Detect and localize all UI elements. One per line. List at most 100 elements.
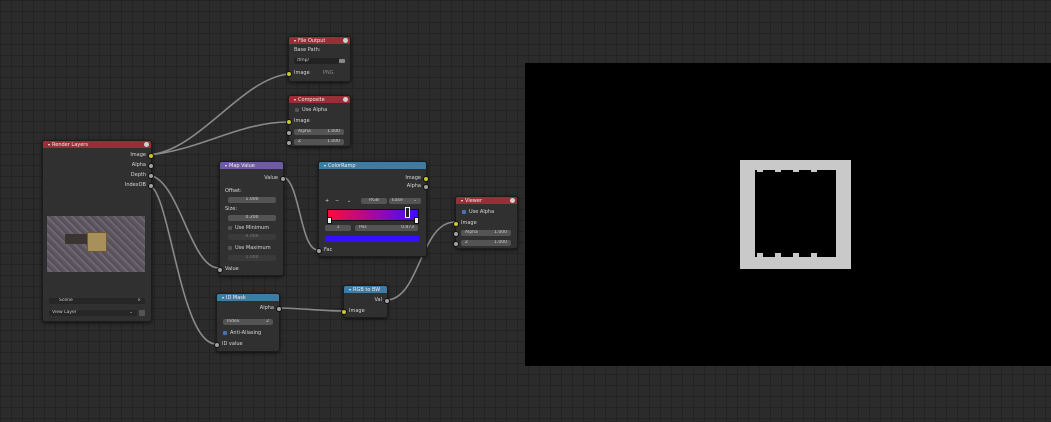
index-field[interactable]: Index 2: [223, 319, 273, 325]
use-minimum-checkbox[interactable]: [228, 226, 232, 230]
socket-output[interactable]: [280, 176, 286, 182]
socket-input[interactable]: [286, 140, 292, 146]
remove-stop-icon[interactable]: −: [335, 198, 339, 205]
node-id-mask[interactable]: ▾ ID Mask Alpha Index 2 Anti-Aliasing ID v…: [214, 293, 282, 352]
socket-input[interactable]: [453, 241, 459, 247]
max-field[interactable]: 1.000: [228, 255, 276, 261]
socket-input[interactable]: [286, 119, 292, 125]
collapse-arrow-icon[interactable]: ▾: [324, 163, 326, 168]
node-composite[interactable]: ▾ Composite Use Alpha Image Alpha 1.000 Z 1…: [286, 95, 351, 147]
socket-input[interactable]: [453, 221, 459, 227]
scene-selector[interactable]: Scene ×: [49, 298, 145, 304]
z-field[interactable]: Z 1.000: [461, 240, 511, 246]
render-button-icon[interactable]: [139, 310, 145, 316]
use-alpha-checkbox[interactable]: [462, 210, 466, 214]
folder-icon[interactable]: [339, 59, 345, 63]
node-title: RGB to BW: [353, 287, 381, 293]
socket-input[interactable]: [286, 130, 292, 136]
node-file-output[interactable]: ▾ File Output Base Path: /tmp/ Image PNG: [286, 36, 351, 82]
size-field[interactable]: 0.200: [228, 215, 276, 221]
node-header[interactable]: ▾ File Output: [289, 37, 350, 44]
alpha-field[interactable]: Alpha 1.000: [461, 230, 511, 236]
node-title: ID Mask: [226, 295, 246, 301]
offset-field[interactable]: 1.000: [228, 197, 276, 203]
use-alpha-row[interactable]: Use Alpha: [289, 107, 350, 114]
view-layer-selector[interactable]: View Layer ⌄: [49, 310, 137, 316]
collapse-arrow-icon[interactable]: ▾: [294, 97, 296, 102]
node-header[interactable]: ▾ Render Layers: [43, 141, 151, 148]
node-header[interactable]: ▾ Composite: [289, 96, 350, 103]
z-field[interactable]: Z 1.000: [294, 139, 344, 145]
node-colorramp[interactable]: ▾ ColorRamp Image Alpha + − ⌄ RGB Ease ⌄ 1…: [316, 161, 429, 257]
collapse-arrow-icon[interactable]: ▾: [461, 198, 463, 203]
chevron-down-icon: ⌄: [413, 198, 417, 203]
use-alpha-checkbox[interactable]: [295, 108, 299, 112]
ramp-toolbar: + − ⌄ RGB Ease ⌄: [319, 198, 426, 205]
node-header[interactable]: ▾ Viewer: [456, 197, 517, 204]
socket-label: Depth: [130, 172, 146, 178]
node-map-value[interactable]: ▾ Map Value Value Offset: 1.000 Size: 0.2…: [217, 161, 286, 276]
field-value: 0.873: [401, 225, 414, 230]
ramp-stop-handle[interactable]: [414, 217, 419, 224]
socket-label: Value: [225, 266, 239, 272]
interpolation-select[interactable]: Ease ⌄: [389, 198, 421, 204]
socket-input[interactable]: [214, 342, 220, 348]
offset-label-row: Offset:: [220, 188, 283, 195]
use-min-row[interactable]: Use Minimum: [220, 225, 283, 232]
ramp-stop-handle[interactable]: [327, 217, 332, 224]
node-title: Viewer: [465, 198, 483, 204]
anti-aliasing-checkbox[interactable]: [223, 331, 227, 335]
collapse-arrow-icon[interactable]: ▾: [222, 295, 224, 300]
field-value: 0.200: [245, 215, 259, 220]
socket-output[interactable]: [423, 176, 429, 182]
link-idmask-rgbbw: [277, 307, 344, 312]
socket-input[interactable]: [453, 231, 459, 237]
use-max-row[interactable]: Use Maximum: [220, 245, 283, 252]
alpha-field[interactable]: Alpha 1.000: [294, 129, 344, 135]
collapse-arrow-icon[interactable]: ▾: [225, 163, 227, 168]
anti-alias-row[interactable]: Anti-Aliasing: [217, 330, 279, 337]
node-header[interactable]: ▾ ColorRamp: [319, 162, 426, 169]
collapse-arrow-icon[interactable]: ▾: [349, 287, 351, 292]
socket-input[interactable]: [316, 248, 322, 254]
socket-output[interactable]: [148, 183, 154, 189]
color-mode-select[interactable]: RGB: [361, 198, 387, 204]
add-stop-icon[interactable]: +: [325, 198, 329, 205]
output-alpha: Alpha: [43, 162, 154, 169]
size-label: Size:: [225, 206, 237, 212]
socket-output[interactable]: [423, 184, 429, 190]
field-value: 1.000: [327, 129, 340, 134]
socket-input[interactable]: [217, 267, 223, 273]
socket-label: Alpha: [131, 162, 146, 168]
socket-input[interactable]: [286, 71, 292, 77]
socket-output[interactable]: [384, 298, 390, 304]
path-field[interactable]: /tmp/: [294, 58, 339, 64]
node-header[interactable]: ▾ RGB to BW: [344, 286, 387, 293]
socket-label: Image: [294, 70, 310, 76]
min-field[interactable]: 0.000: [228, 234, 276, 240]
field-label: Alpha: [465, 230, 478, 235]
ramp-stop-handle-active[interactable]: [405, 207, 410, 218]
node-viewer[interactable]: ▾ Viewer Use Alpha Image Alpha 1.000 Z 1.00…: [453, 196, 518, 249]
socket-output[interactable]: [148, 163, 154, 169]
position-field[interactable]: Pos 0.873: [355, 225, 418, 231]
stop-color-swatch[interactable]: [325, 236, 419, 242]
socket-output[interactable]: [276, 306, 282, 312]
stop-index-field[interactable]: 1: [325, 225, 351, 231]
socket-input[interactable]: [341, 309, 347, 315]
node-rgb-to-bw[interactable]: ▾ RGB to BW Val Image: [341, 285, 390, 318]
socket-output[interactable]: [148, 153, 154, 159]
collapse-arrow-icon[interactable]: ▾: [294, 38, 296, 43]
collapse-arrow-icon[interactable]: ▾: [48, 142, 50, 147]
close-icon[interactable]: ×: [137, 298, 141, 304]
use-alpha-row[interactable]: Use Alpha: [456, 209, 517, 216]
socket-label: Image: [461, 220, 477, 226]
chevron-down-icon[interactable]: ⌄: [347, 198, 351, 205]
node-header[interactable]: ▾ Map Value: [220, 162, 283, 169]
use-maximum-checkbox[interactable]: [228, 246, 232, 250]
socket-output[interactable]: [148, 173, 154, 179]
field-value: 1.000: [327, 139, 340, 144]
node-header[interactable]: ▾ ID Mask: [217, 294, 279, 301]
checkbox-label: Use Maximum: [235, 245, 271, 251]
checkbox-label: Use Alpha: [469, 209, 495, 215]
